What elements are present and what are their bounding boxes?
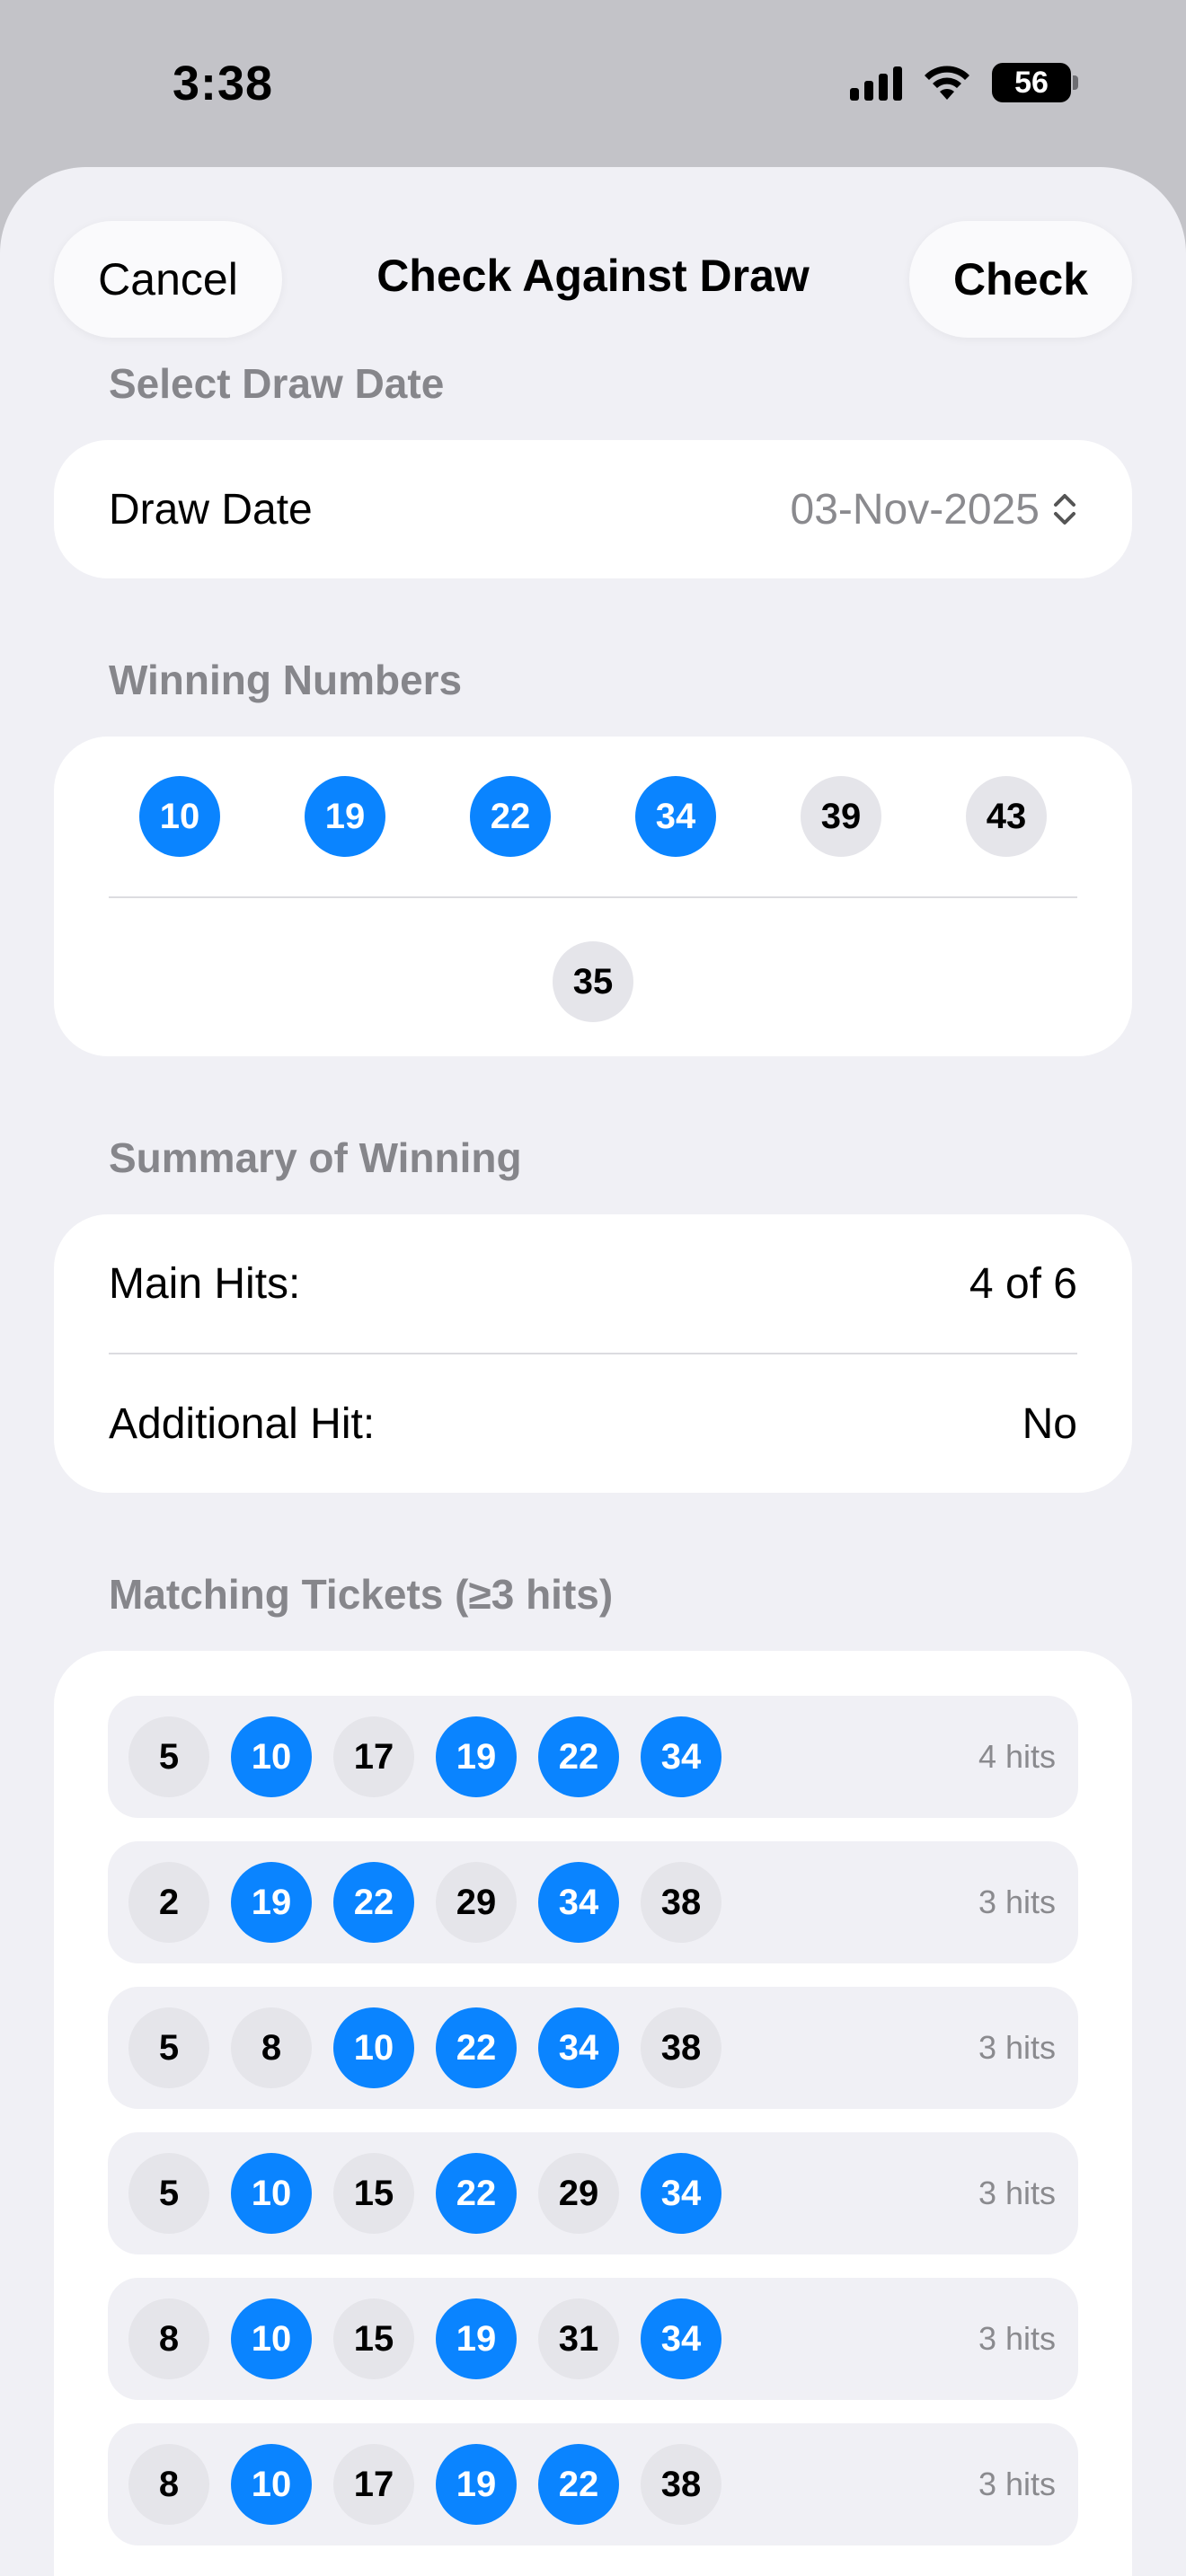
chevron-up-down-icon — [1054, 494, 1075, 525]
status-bar: 3:38 56 — [0, 0, 1186, 171]
draw-date-value: 03-Nov-2025 — [790, 485, 1040, 534]
ticket-number-ball: 29 — [538, 2153, 619, 2234]
winning-number-ball: 10 — [139, 776, 220, 857]
winning-numbers-card: 10 19 22 34 39 43 35 — [54, 737, 1132, 1056]
winning-additional-number: 35 — [54, 941, 1132, 1022]
battery-level: 56 — [1014, 65, 1049, 100]
ticket-numbers: 2 19 22 29 34 38 — [128, 1862, 721, 1943]
winning-main-numbers: 10 19 22 34 39 43 — [54, 776, 1132, 857]
additional-hit-label: Additional Hit: — [109, 1399, 376, 1448]
main-hits-row: Main Hits: 4 of 6 — [109, 1214, 1077, 1353]
ticket-numbers: 5 10 17 19 22 34 — [128, 1716, 721, 1797]
ticket-numbers: 5 8 10 22 34 38 — [128, 2007, 721, 2088]
draw-date-card: Draw Date 03-Nov-2025 — [54, 440, 1132, 578]
ticket-number-ball: 38 — [641, 1862, 721, 1943]
ticket-number-ball: 22 — [436, 2007, 517, 2088]
ticket-hit-count: 3 hits — [978, 2466, 1056, 2502]
ticket-hit-count: 4 hits — [978, 1738, 1056, 1775]
ticket-number-ball: 19 — [436, 2298, 517, 2379]
additional-hit-row: Additional Hit: No — [109, 1354, 1077, 1493]
ticket-number-ball: 34 — [538, 2007, 619, 2088]
ticket-number-ball: 34 — [641, 2298, 721, 2379]
ticket-number-ball: 10 — [333, 2007, 414, 2088]
ticket-number-ball: 10 — [231, 2444, 312, 2525]
ticket-number-ball: 38 — [641, 2007, 721, 2088]
winning-number-ball: 22 — [470, 776, 551, 857]
winning-number-ball: 39 — [801, 776, 881, 857]
draw-date-row[interactable]: Draw Date 03-Nov-2025 — [109, 440, 1077, 578]
ticket-number-ball: 22 — [333, 1862, 414, 1943]
main-hits-value: 4 of 6 — [969, 1259, 1077, 1308]
ticket-number-ball: 38 — [641, 2444, 721, 2525]
ticket-number-ball: 10 — [231, 1716, 312, 1797]
ticket-list: 5 10 17 19 22 34 4 hits 2 19 22 29 34 38 3 hits 5 8 10 22… — [108, 1696, 1078, 2569]
ticket-number-ball: 17 — [333, 2444, 414, 2525]
divider — [109, 896, 1077, 898]
ticket-number-ball: 15 — [333, 2153, 414, 2234]
main-hits-label: Main Hits: — [109, 1259, 301, 1308]
ticket-hit-count: 3 hits — [978, 2029, 1056, 2066]
ticket-number-ball: 22 — [538, 1716, 619, 1797]
ticket-numbers: 8 10 17 19 22 38 — [128, 2444, 721, 2525]
cellular-signal-icon — [850, 65, 902, 101]
ticket-number-ball: 17 — [333, 1716, 414, 1797]
ticket-number-ball: 5 — [128, 1716, 209, 1797]
ticket-hit-count: 3 hits — [978, 2175, 1056, 2211]
summary-header: Summary of Winning — [109, 1134, 522, 1181]
ticket-number-ball: 10 — [231, 2298, 312, 2379]
ticket-number-ball: 19 — [231, 1862, 312, 1943]
ticket-number-ball: 8 — [231, 2007, 312, 2088]
summary-card: Main Hits: 4 of 6 Additional Hit: No — [54, 1214, 1132, 1493]
additional-number-ball: 35 — [553, 941, 633, 1022]
ticket-row[interactable]: 8 10 17 19 22 38 3 hits — [108, 2423, 1078, 2545]
draw-date-label: Draw Date — [109, 485, 313, 534]
ticket-number-ball: 19 — [436, 2444, 517, 2525]
select-draw-date-header: Select Draw Date — [109, 360, 445, 407]
check-button[interactable]: Check — [909, 221, 1132, 338]
ticket-number-ball: 31 — [538, 2298, 619, 2379]
ticket-row[interactable]: 8 10 15 19 31 34 3 hits — [108, 2278, 1078, 2400]
winning-number-ball: 34 — [635, 776, 716, 857]
ticket-numbers: 8 10 15 19 31 34 — [128, 2298, 721, 2379]
ticket-numbers: 5 10 15 22 29 34 — [128, 2153, 721, 2234]
ticket-number-ball: 29 — [436, 1862, 517, 1943]
ticket-row[interactable]: 5 8 10 22 34 38 3 hits — [108, 1987, 1078, 2109]
ticket-number-ball: 22 — [538, 2444, 619, 2525]
ticket-number-ball: 19 — [436, 1716, 517, 1797]
ticket-number-ball: 5 — [128, 2007, 209, 2088]
matching-tickets-header: Matching Tickets (≥3 hits) — [109, 1571, 614, 1618]
winning-numbers-header: Winning Numbers — [109, 657, 463, 703]
ticket-number-ball: 15 — [333, 2298, 414, 2379]
ticket-number-ball: 8 — [128, 2298, 209, 2379]
wifi-icon — [925, 66, 969, 100]
ticket-row[interactable]: 2 19 22 29 34 38 3 hits — [108, 1841, 1078, 1963]
ticket-row[interactable]: 5 10 15 22 29 34 3 hits — [108, 2132, 1078, 2254]
ticket-number-ball: 8 — [128, 2444, 209, 2525]
ticket-number-ball: 34 — [641, 1716, 721, 1797]
ticket-number-ball: 2 — [128, 1862, 209, 1943]
ticket-hit-count: 3 hits — [978, 2320, 1056, 2357]
ticket-number-ball: 34 — [641, 2153, 721, 2234]
status-icons: 56 — [850, 63, 1078, 102]
additional-hit-value: No — [1022, 1399, 1077, 1448]
ticket-number-ball: 34 — [538, 1862, 619, 1943]
winning-number-ball: 19 — [305, 776, 385, 857]
battery-icon: 56 — [992, 63, 1078, 102]
ticket-hit-count: 3 hits — [978, 1883, 1056, 1920]
matching-tickets-card: 5 10 17 19 22 34 4 hits 2 19 22 29 34 38 3 hits 5 8 10 22… — [54, 1651, 1132, 2576]
ticket-row[interactable]: 5 10 17 19 22 34 4 hits — [108, 1696, 1078, 1818]
ticket-number-ball: 22 — [436, 2153, 517, 2234]
ticket-number-ball: 5 — [128, 2153, 209, 2234]
winning-number-ball: 43 — [966, 776, 1047, 857]
ticket-number-ball: 10 — [231, 2153, 312, 2234]
status-time: 3:38 — [173, 57, 274, 110]
check-draw-sheet: Cancel Check Against Draw Check Select D… — [0, 167, 1186, 2576]
